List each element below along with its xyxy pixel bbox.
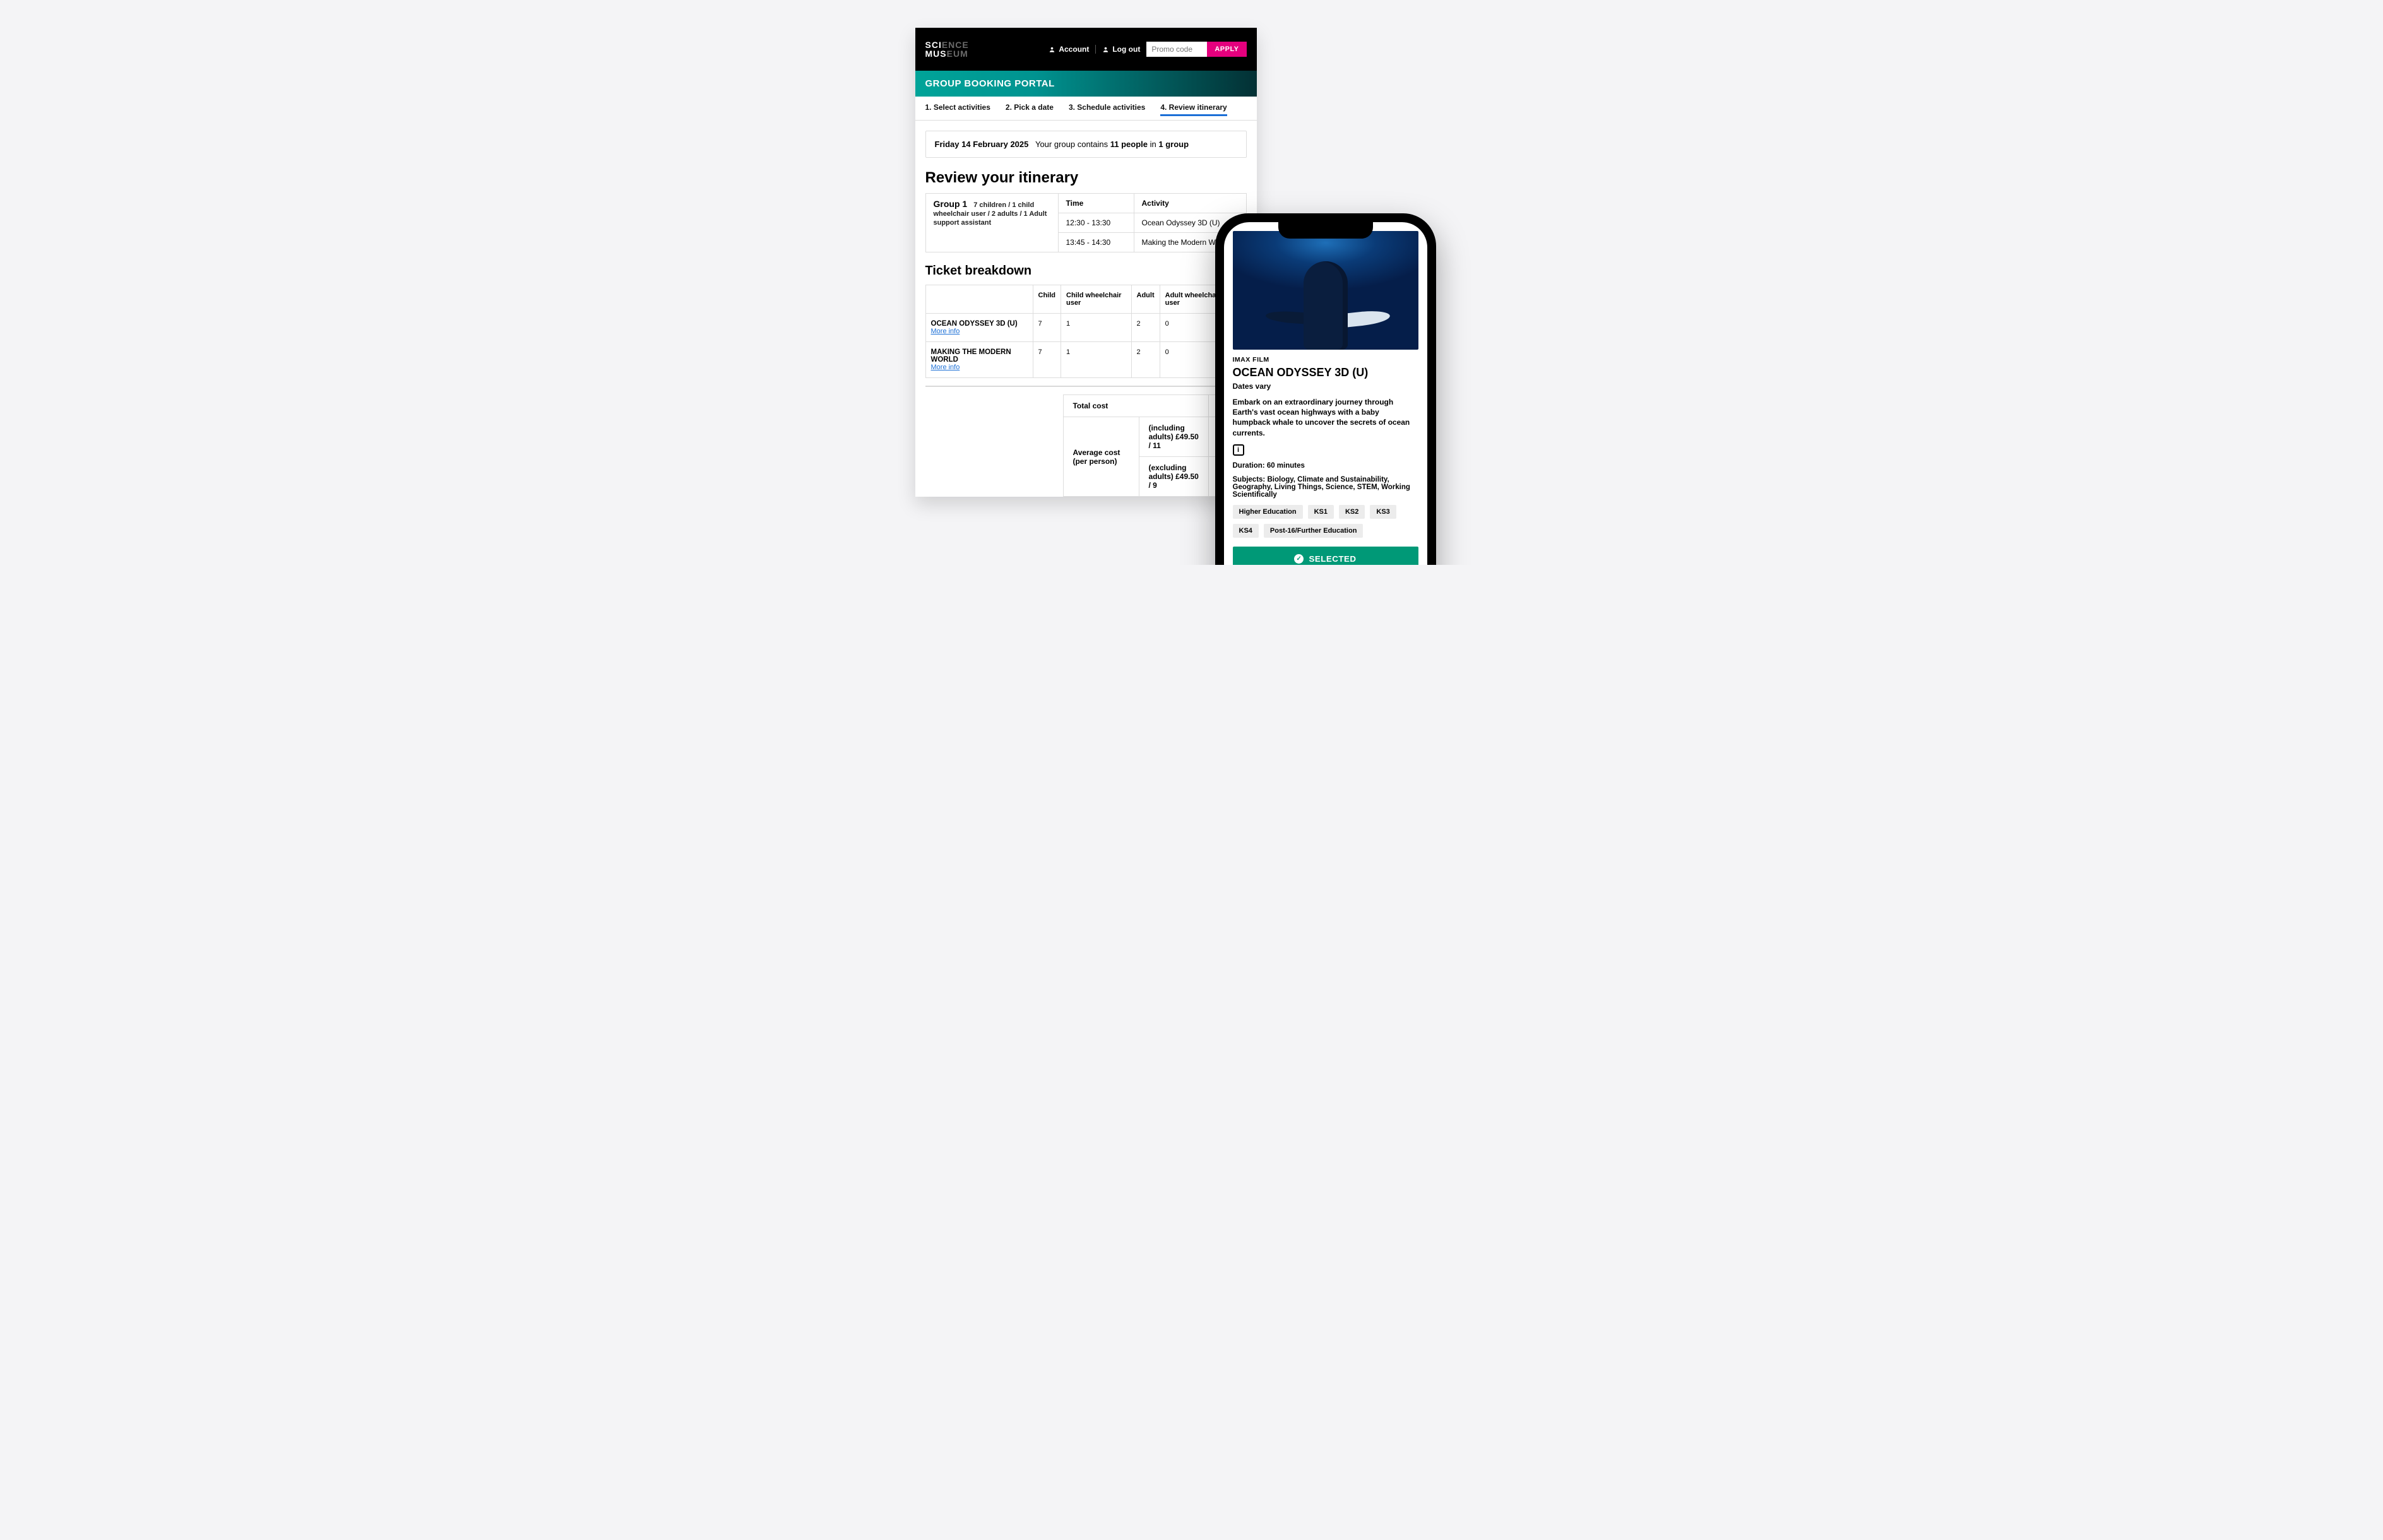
table-row: MAKING THE MODERN WORLD More info 7 1 2 … — [925, 342, 1246, 378]
separator — [1095, 45, 1096, 54]
cell-time: 12:30 - 13:30 — [1058, 213, 1134, 233]
account-label: Account — [1059, 45, 1089, 54]
tag[interactable]: KS4 — [1233, 524, 1259, 538]
tag[interactable]: Post-16/Further Education — [1264, 524, 1364, 538]
more-info-link[interactable]: More info — [931, 328, 960, 335]
avg-inc-from: (including adults) £49.50 / 11 — [1139, 417, 1209, 457]
ticket-name: MAKING THE MODERN WORLD — [931, 348, 1028, 364]
subjects-label: Subjects: — [1233, 476, 1268, 483]
summary-banner: Friday 14 February 2025 Your group conta… — [925, 131, 1247, 158]
tag[interactable]: KS3 — [1370, 505, 1396, 519]
col-time: Time — [1058, 194, 1134, 213]
tag[interactable]: Higher Education — [1233, 505, 1303, 519]
table-row: Group 1 7 children / 1 child wheelchair … — [925, 194, 1246, 213]
ticket-name: OCEAN ODYSSEY 3D (U) — [931, 320, 1028, 328]
itinerary-table: Group 1 7 children / 1 child wheelchair … — [925, 193, 1247, 252]
duration-line: Duration: 60 minutes — [1233, 462, 1418, 470]
summary-date: Friday 14 February 2025 — [935, 139, 1029, 149]
cell: 1 — [1061, 314, 1132, 342]
cell: 1 — [1061, 342, 1132, 378]
ticket-table: Child Child wheelchair user Adult Adult … — [925, 285, 1247, 378]
logo-text: EUM — [947, 49, 968, 59]
tag-row: Higher Education KS1 KS2 KS3 KS4 Post-16… — [1233, 505, 1418, 538]
activity-title: OCEAN ODYSSEY 3D (U) — [1233, 366, 1418, 379]
summary-people: 11 people — [1110, 139, 1148, 149]
whale-image — [1233, 231, 1418, 350]
promo-input[interactable] — [1146, 42, 1207, 57]
selected-button[interactable]: ✓ SELECTED — [1233, 547, 1418, 565]
summary-groups: 1 group — [1158, 139, 1189, 149]
more-info-link[interactable]: More info — [931, 364, 960, 371]
account-link[interactable]: Account — [1049, 45, 1089, 54]
col-activity: Activity — [1134, 194, 1246, 213]
tab-pick-date[interactable]: 2. Pick a date — [1006, 103, 1054, 116]
logout-link[interactable]: Log out — [1102, 45, 1140, 54]
activity-dates: Dates vary — [1233, 382, 1418, 391]
tab-select-activities[interactable]: 1. Select activities — [925, 103, 990, 116]
topbar-right: Account Log out APPLY — [1049, 42, 1246, 57]
promo-row: APPLY — [1146, 42, 1246, 57]
cell-time: 13:45 - 14:30 — [1058, 233, 1134, 252]
avg-label: Average cost (per person) — [1064, 417, 1139, 497]
phone-screen: IMAX FILM OCEAN ODYSSEY 3D (U) Dates var… — [1224, 222, 1427, 565]
page-title: Review your itinerary — [925, 169, 1247, 187]
subjects-line: Subjects: Biology, Climate and Sustainab… — [1233, 476, 1418, 499]
phone-mock: IMAX FILM OCEAN ODYSSEY 3D (U) Dates var… — [1215, 213, 1436, 565]
step-tabs: 1. Select activities 2. Pick a date 3. S… — [915, 97, 1257, 121]
table-row: OCEAN ODYSSEY 3D (U) More info 7 1 2 0 — [925, 314, 1246, 342]
summary-text: Your group contains — [1035, 139, 1110, 149]
summary-text: in — [1150, 139, 1159, 149]
logout-label: Log out — [1112, 45, 1140, 54]
person-icon — [1049, 46, 1055, 53]
tab-review-itinerary[interactable]: 4. Review itinerary — [1160, 103, 1227, 116]
phone-notch — [1278, 222, 1373, 239]
kicker: IMAX FILM — [1233, 356, 1418, 364]
ticket-breakdown-title: Ticket breakdown — [925, 264, 1247, 278]
duration-value: 60 minutes — [1267, 462, 1305, 470]
cell: 7 — [1033, 342, 1061, 378]
logo: SCIENCE MUSEUM — [925, 40, 969, 58]
total-label: Total cost — [1064, 395, 1209, 417]
col-adult: Adult — [1131, 285, 1160, 314]
cell: 2 — [1131, 342, 1160, 378]
selected-label: SELECTED — [1309, 554, 1356, 564]
avg-exc-from: (excluding adults) £49.50 / 9 — [1139, 457, 1209, 497]
activity-blurb: Embark on an extraordinary journey throu… — [1233, 397, 1418, 438]
tag[interactable]: KS1 — [1308, 505, 1334, 519]
check-icon: ✓ — [1294, 554, 1304, 564]
logo-text: MUS — [925, 49, 947, 59]
cell: 2 — [1131, 314, 1160, 342]
table-row: Child Child wheelchair user Adult Adult … — [925, 285, 1246, 314]
topbar: SCIENCE MUSEUM Account Log out APPLY — [915, 28, 1257, 71]
teal-banner: GROUP BOOKING PORTAL — [915, 71, 1257, 97]
apply-button[interactable]: APPLY — [1207, 42, 1246, 57]
person-icon — [1102, 46, 1109, 53]
portal-window: SCIENCE MUSEUM Account Log out APPLY — [915, 28, 1257, 497]
col-child: Child — [1033, 285, 1061, 314]
group-name: Group 1 — [934, 199, 968, 209]
duration-label: Duration: — [1233, 462, 1267, 470]
tag[interactable]: KS2 — [1339, 505, 1365, 519]
info-icon[interactable]: i — [1233, 444, 1244, 456]
tab-schedule-activities[interactable]: 3. Schedule activities — [1069, 103, 1145, 116]
cell: 7 — [1033, 314, 1061, 342]
col-child-wc: Child wheelchair user — [1061, 285, 1132, 314]
